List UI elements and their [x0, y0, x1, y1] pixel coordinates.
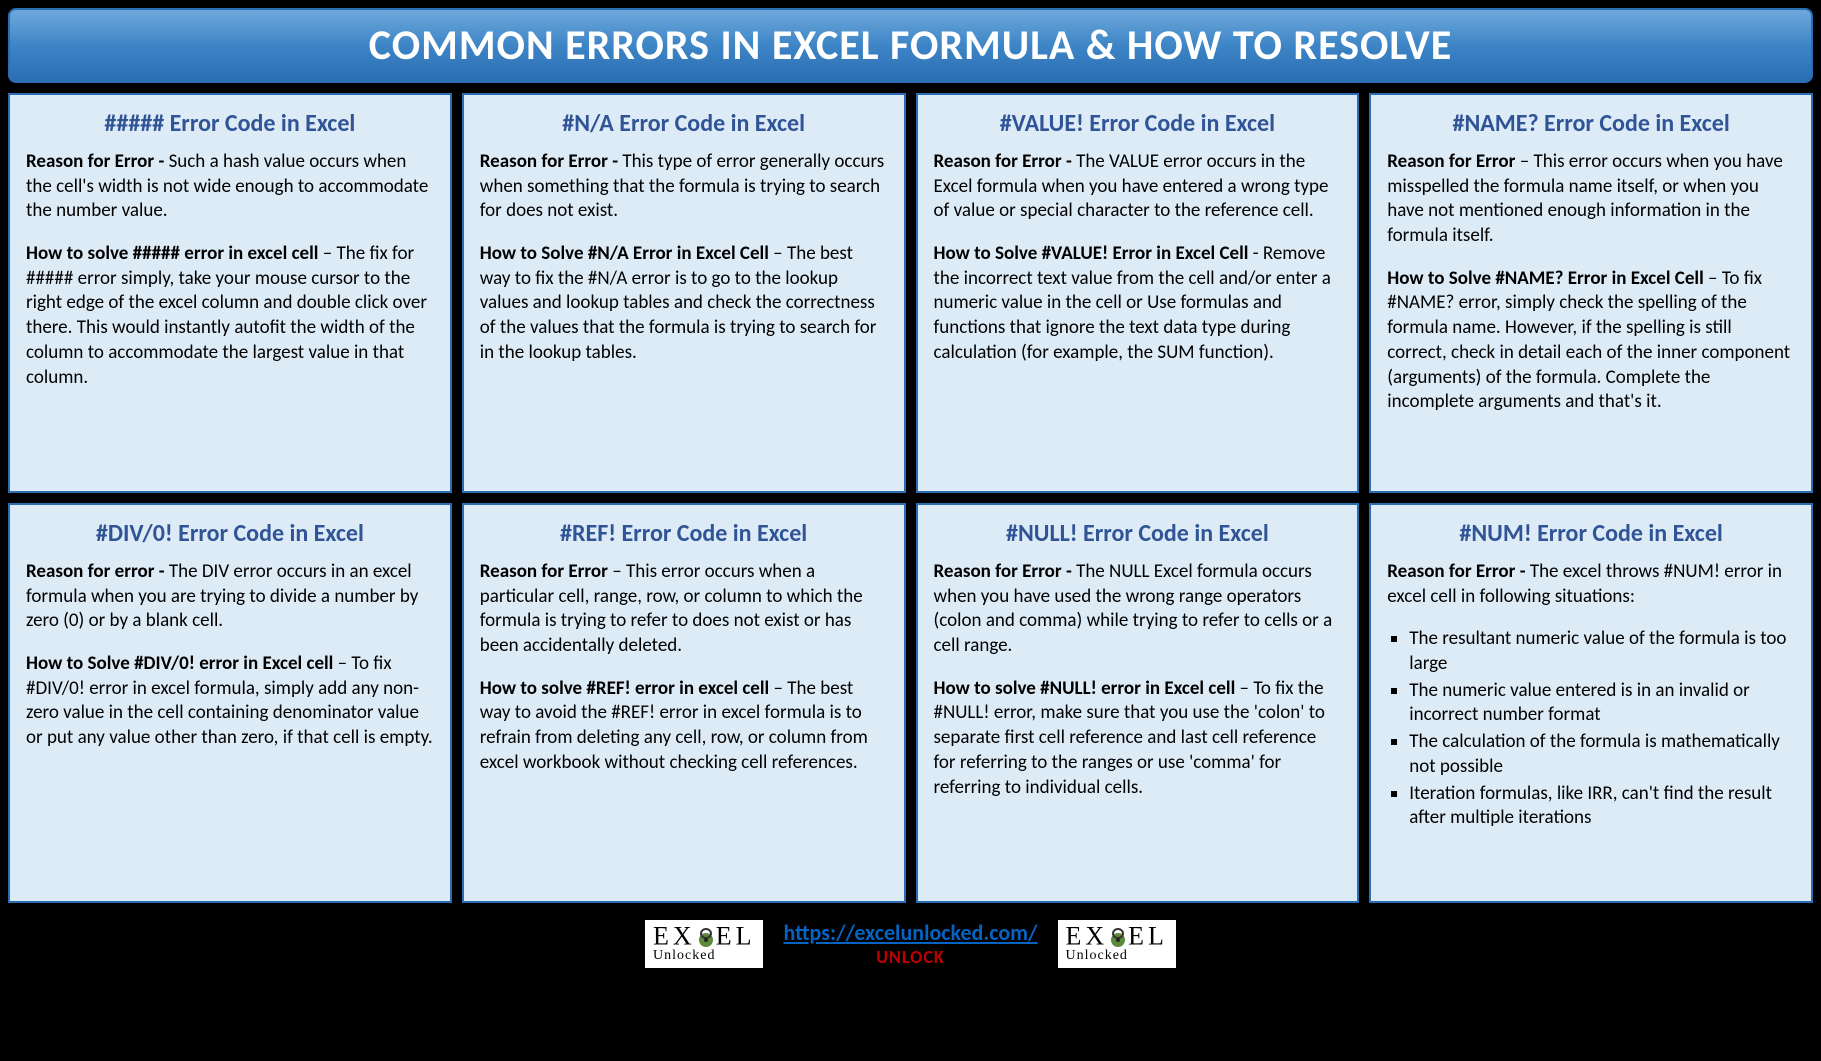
bullet-item: The resultant numeric value of the formu…: [1409, 627, 1795, 676]
reason-sep: –: [608, 560, 626, 583]
card-body: Reason for Error – This error occurs whe…: [480, 560, 888, 776]
logo-sub: Unlocked: [653, 950, 755, 961]
reason-label: Reason for Error -: [934, 560, 1077, 583]
error-card: #NUM! Error Code in Excel Reason for Erro…: [1369, 503, 1813, 903]
card-title: #NULL! Error Code in Excel: [934, 519, 1342, 548]
logo-main: EXEL: [653, 926, 755, 951]
footer-center: https://excelunlocked.com/ UNLOCK: [783, 919, 1037, 968]
footer-tagline: UNLOCK: [876, 946, 944, 968]
reason-label: Reason for Error -: [26, 150, 169, 173]
card-title: #VALUE! Error Code in Excel: [934, 109, 1342, 138]
reason-paragraph: Reason for Error – This error occurs whe…: [1387, 150, 1795, 249]
solve-label: How to Solve #VALUE! Error in Excel Cell: [934, 242, 1249, 265]
error-card: ##### Error Code in Excel Reason for Erro…: [8, 93, 452, 493]
error-card: #VALUE! Error Code in Excel Reason for Er…: [916, 93, 1360, 493]
reason-paragraph: Reason for error - The DIV error occurs …: [26, 560, 434, 634]
reason-label: Reason for Error: [1387, 150, 1515, 173]
cards-grid: ##### Error Code in Excel Reason for Erro…: [8, 93, 1813, 903]
card-title: ##### Error Code in Excel: [26, 109, 434, 138]
footer-link[interactable]: https://excelunlocked.com/: [783, 919, 1037, 946]
bullet-item: Iteration formulas, like IRR, can't find…: [1409, 782, 1795, 831]
card-title: #REF! Error Code in Excel: [480, 519, 888, 548]
card-title: #NAME? Error Code in Excel: [1387, 109, 1795, 138]
reason-paragraph: Reason for Error - This type of error ge…: [480, 150, 888, 224]
bullet-item: The calculation of the formula is mathem…: [1409, 730, 1795, 779]
solve-paragraph: How to Solve #VALUE! Error in Excel Cell…: [934, 242, 1342, 365]
reason-paragraph: Reason for Error - Such a hash value occ…: [26, 150, 434, 224]
card-body: Reason for Error - This type of error ge…: [480, 150, 888, 366]
solve-label: How to solve ##### error in excel cell: [26, 242, 318, 265]
logo-left: EXEL Unlocked: [645, 920, 763, 968]
solve-label: How to Solve #N/A Error in Excel Cell: [480, 242, 769, 265]
footer: EXEL Unlocked https://excelunlocked.com/…: [8, 913, 1813, 974]
reason-label: Reason for Error: [480, 560, 608, 583]
solve-paragraph: How to Solve #DIV/0! error in Excel cell…: [26, 652, 434, 751]
solve-label: How to solve #NULL! error in Excel cell: [934, 677, 1236, 700]
solve-sep: –: [769, 242, 787, 265]
card-title: #N/A Error Code in Excel: [480, 109, 888, 138]
reason-paragraph: Reason for Error – This error occurs whe…: [480, 560, 888, 659]
logo-sub: Unlocked: [1066, 950, 1168, 961]
card-body: Reason for error - The DIV error occurs …: [26, 560, 434, 751]
card-title: #DIV/0! Error Code in Excel: [26, 519, 434, 548]
card-body: Reason for Error - The NULL Excel formul…: [934, 560, 1342, 800]
solve-paragraph: How to solve #NULL! error in Excel cell …: [934, 677, 1342, 800]
card-body: Reason for Error – This error occurs whe…: [1387, 150, 1795, 415]
reason-label: Reason for Error -: [1387, 560, 1530, 583]
card-body: Reason for Error - Such a hash value occ…: [26, 150, 434, 390]
reason-label: Reason for Error -: [480, 150, 623, 173]
error-card: #N/A Error Code in Excel Reason for Error…: [462, 93, 906, 493]
error-card: #NULL! Error Code in Excel Reason for Err…: [916, 503, 1360, 903]
solve-sep: –: [1704, 267, 1722, 290]
solve-sep: –: [1235, 677, 1253, 700]
logo-right: EXEL Unlocked: [1058, 920, 1176, 968]
card-title: #NUM! Error Code in Excel: [1387, 519, 1795, 548]
reason-label: Reason for Error -: [934, 150, 1077, 173]
logo-main: EXEL: [1066, 926, 1168, 951]
card-body: Reason for Error - The VALUE error occur…: [934, 150, 1342, 366]
solve-label: How to solve #REF! error in excel cell: [480, 677, 769, 700]
reason-paragraph: Reason for Error - The VALUE error occur…: [934, 150, 1342, 224]
solve-sep: –: [333, 652, 351, 675]
reason-sep: –: [1515, 150, 1533, 173]
title-bar: COMMON ERRORS IN EXCEL FORMULA & HOW TO …: [8, 8, 1813, 83]
solve-sep: –: [769, 677, 787, 700]
bullet-item: The numeric value entered is in an inval…: [1409, 679, 1795, 728]
reason-paragraph: Reason for Error - The NULL Excel formul…: [934, 560, 1342, 659]
solve-sep: -: [1248, 242, 1262, 265]
reason-paragraph: Reason for Error - The excel throws #NUM…: [1387, 560, 1795, 609]
bullets-list: The resultant numeric value of the formu…: [1387, 627, 1795, 831]
solve-paragraph: How to Solve #NAME? Error in Excel Cell …: [1387, 267, 1795, 415]
solve-label: How to Solve #DIV/0! error in Excel cell: [26, 652, 333, 675]
page-title: COMMON ERRORS IN EXCEL FORMULA & HOW TO …: [30, 20, 1791, 71]
error-card: #NAME? Error Code in Excel Reason for Err…: [1369, 93, 1813, 493]
solve-label: How to Solve #NAME? Error in Excel Cell: [1387, 267, 1704, 290]
card-body: Reason for Error - The excel throws #NUM…: [1387, 560, 1795, 831]
solve-paragraph: How to solve ##### error in excel cell –…: [26, 242, 434, 390]
solve-paragraph: How to solve #REF! error in excel cell –…: [480, 677, 888, 776]
solve-sep: –: [318, 242, 336, 265]
error-card: #DIV/0! Error Code in Excel Reason for er…: [8, 503, 452, 903]
error-card: #REF! Error Code in Excel Reason for Erro…: [462, 503, 906, 903]
solve-paragraph: How to Solve #N/A Error in Excel Cell – …: [480, 242, 888, 365]
reason-label: Reason for error -: [26, 560, 169, 583]
